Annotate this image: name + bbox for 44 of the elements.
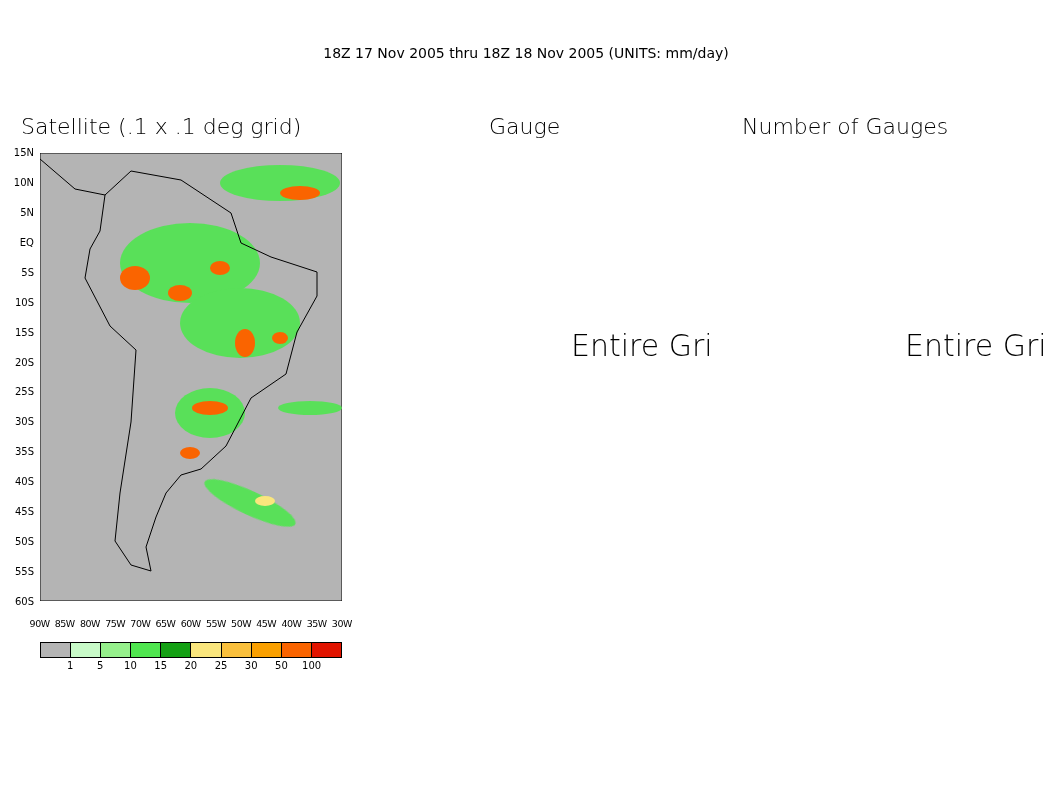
- latitude-label: 35S: [13, 445, 35, 460]
- latitude-label: 15S: [13, 325, 35, 340]
- legend-label: 20: [183, 660, 199, 671]
- no-data-message: Entire Gri: [904, 329, 1048, 363]
- longitude-label: 65W: [154, 618, 177, 629]
- legend-label: 100: [301, 660, 323, 671]
- latitude-label: 10S: [13, 295, 35, 310]
- longitude-label: 80W: [78, 618, 101, 629]
- legend-label: 1: [65, 660, 75, 671]
- no-data-message: Entire Gri: [570, 329, 714, 363]
- latitude-label: 20S: [13, 355, 35, 370]
- longitude-label: 75W: [104, 618, 127, 629]
- latitude-label: 45S: [13, 504, 35, 519]
- legend-label: 5: [96, 660, 105, 671]
- longitude-label: 35W: [305, 618, 328, 629]
- latitude-label: 5N: [19, 206, 35, 221]
- latitude-label: 55S: [13, 564, 35, 579]
- panel-title: Satellite (.1 x .1 deg grid): [20, 116, 303, 138]
- latitude-label: 25S: [13, 385, 35, 400]
- legend-label: 10: [123, 660, 138, 671]
- latitude-label: 30S: [13, 415, 35, 430]
- longitude-label: 30W: [330, 618, 353, 629]
- panel-title: Gauge: [488, 116, 562, 138]
- longitude-label: 40W: [280, 618, 303, 629]
- plot-title: 18Z 17 Nov 2005 thru 18Z 18 Nov 2005 (UNITS: mm/day): [322, 44, 730, 62]
- longitude-label: 70W: [129, 618, 152, 629]
- legend-label: 50: [274, 660, 289, 671]
- longitude-label: 60W: [179, 618, 202, 629]
- latitude-label: 40S: [13, 475, 35, 490]
- legend-label: 15: [153, 660, 168, 671]
- legend-label: 30: [243, 660, 259, 671]
- longitude-label: 50W: [230, 618, 253, 629]
- latitude-label: EQ: [18, 236, 35, 251]
- latitude-label: 10N: [12, 176, 35, 191]
- latitude-label: 15N: [12, 146, 35, 161]
- latitude-label: 50S: [13, 534, 35, 549]
- longitude-label: 45W: [255, 618, 278, 629]
- longitude-label: 85W: [53, 618, 76, 629]
- panel-title: Number of Gauges: [741, 116, 950, 138]
- longitude-label: 55W: [204, 618, 227, 629]
- latitude-label: 60S: [13, 594, 35, 609]
- longitude-label: 90W: [28, 618, 51, 629]
- legend-label: 25: [213, 660, 229, 671]
- latitude-label: 5S: [20, 265, 35, 280]
